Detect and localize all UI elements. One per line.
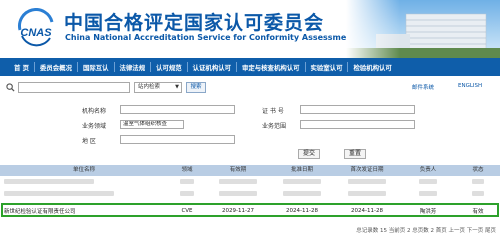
nav-international-recognition[interactable]: 国际互认: [83, 58, 109, 76]
col-header-approved: 批准日期: [290, 167, 313, 173]
submit-button[interactable]: 提交: [298, 149, 320, 159]
redacted-text: [348, 191, 386, 196]
search-icon: [6, 83, 15, 92]
site-header: CNAS 中国合格评定国家认可委员会 China National Accred…: [0, 0, 500, 58]
search-scope-select[interactable]: 站内检索 ▼: [134, 82, 182, 93]
org-name-input[interactable]: [120, 105, 235, 114]
nav-accreditation-norms[interactable]: 认可规范: [156, 58, 182, 76]
col-header-field: 领域: [181, 167, 193, 173]
logo-text: CNAS: [20, 27, 52, 39]
row-highlight-box: [1, 203, 499, 217]
redacted-text: [219, 179, 257, 184]
redacted-text: [472, 191, 484, 196]
cnas-logo-icon[interactable]: CNAS: [14, 8, 58, 52]
org-name-label: 机构名称: [82, 108, 107, 115]
region-label: 地 区: [82, 138, 96, 145]
site-search-input[interactable]: [18, 82, 130, 93]
col-header-first-issued: 首次发证日期: [350, 167, 384, 173]
table-row[interactable]: [0, 177, 500, 188]
chevron-down-icon: ▼: [175, 84, 179, 90]
redacted-text: [348, 179, 386, 184]
table-row[interactable]: [0, 189, 500, 200]
redacted-text: [180, 191, 194, 196]
redacted-text: [4, 191, 114, 196]
redacted-text: [472, 179, 484, 184]
pagination-info[interactable]: 总记录数 15 当前页 2 总页数 2 首页 上一页 下一页 尾页: [356, 226, 496, 234]
nav-laws-regulations[interactable]: 法律法规: [120, 58, 146, 76]
results-table-header: 单位名称 领域 有效期 批准日期 首次发证日期 负责人 状态: [0, 165, 500, 176]
cert-no-label: 证 书 号: [262, 108, 284, 115]
business-field-value: 温室气体组织核查: [123, 121, 168, 127]
org-name-cn: 中国合格评定国家认可委员会: [64, 12, 325, 34]
cert-no-input[interactable]: [300, 105, 415, 114]
redacted-text: [419, 179, 437, 184]
nav-committee-overview[interactable]: 委员会概况: [40, 58, 72, 76]
search-button[interactable]: 搜索: [186, 82, 206, 93]
reset-button[interactable]: 重置: [344, 149, 366, 159]
nav-validation-verification[interactable]: 审定与核查机构认可: [242, 58, 300, 76]
business-field-label: 业务领域: [82, 123, 107, 130]
business-scope-label: 业务范围: [262, 123, 287, 130]
nav-certification-body[interactable]: 认证机构认可: [193, 58, 231, 76]
mail-system-link[interactable]: 邮件系统: [412, 83, 434, 91]
nav-home[interactable]: 首 页: [14, 58, 29, 76]
nav-laboratory[interactable]: 实验室认可: [311, 58, 343, 76]
redacted-text: [283, 179, 321, 184]
site-search-bar: 站内检索 ▼ 搜索 邮件系统 ENGLISH: [0, 80, 500, 94]
redacted-text: [219, 191, 257, 196]
col-header-person: 负责人: [419, 167, 437, 173]
org-name-en: China National Accreditation Service for…: [65, 33, 356, 42]
business-scope-input[interactable]: [300, 120, 415, 129]
col-header-name: 单位名称: [72, 167, 95, 173]
region-input[interactable]: [120, 135, 235, 144]
redacted-text: [419, 191, 437, 196]
building-banner-image: [346, 0, 500, 58]
business-field-select[interactable]: 温室气体组织核查: [120, 120, 184, 129]
col-header-valid-until: 有效期: [229, 167, 247, 173]
redacted-text: [283, 191, 321, 196]
col-header-status: 状态: [472, 167, 484, 173]
redacted-text: [180, 179, 194, 184]
search-scope-value: 站内检索: [138, 84, 161, 90]
redacted-text: [4, 179, 94, 184]
english-link[interactable]: ENGLISH: [458, 83, 482, 89]
nav-inspection-body[interactable]: 检验机构认可: [353, 58, 391, 76]
main-nav: 首 页 委员会概况 国际互认 法律法规 认可规范 认证机构认可 审定与核查机构认…: [0, 58, 500, 76]
